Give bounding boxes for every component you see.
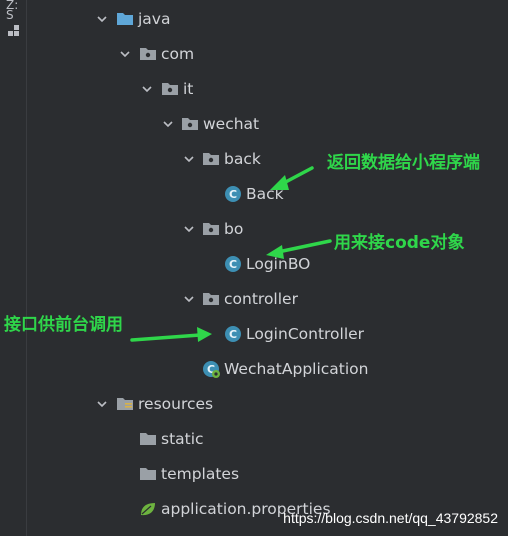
tree-item-controller-class[interactable]: C LoginController (224, 322, 364, 346)
tree-label: templates (161, 465, 240, 483)
tree-item-wechat[interactable]: wechat (181, 112, 259, 136)
tree-label: LoginBO (246, 255, 311, 273)
tree-item-back-class[interactable]: C Back (224, 182, 284, 206)
chevron-down-icon[interactable] (161, 117, 175, 131)
tree-item-bo[interactable]: bo (202, 217, 243, 241)
tree-label: bo (224, 220, 244, 238)
package-icon (202, 150, 220, 168)
tree-item-application[interactable]: C WechatApplication (202, 357, 368, 381)
package-icon (161, 80, 179, 98)
arrow-to-logincontroller (130, 327, 212, 342)
spring-boot-class-icon: C (202, 360, 220, 378)
package-icon (202, 220, 220, 238)
tree-item-bo-class[interactable]: C LoginBO (224, 252, 310, 276)
package-icon (202, 290, 220, 308)
tree-item-back[interactable]: back (202, 147, 261, 171)
chevron-down-icon[interactable] (118, 47, 132, 61)
class-icon: C (224, 185, 242, 203)
chevron-down-icon[interactable] (182, 222, 196, 236)
annotation-back: 返回数据给小程序端 (327, 153, 480, 173)
tree-item-templates[interactable]: templates (139, 462, 239, 486)
tree-item-controller[interactable]: controller (202, 287, 298, 311)
tree-label: back (224, 150, 261, 168)
gutter-label: Z: S (6, 0, 19, 22)
side-gutter: Z: S (0, 0, 27, 536)
tree-label: static (161, 430, 204, 448)
chevron-down-icon[interactable] (95, 397, 109, 411)
tree-label: resources (138, 395, 214, 413)
svg-text:C: C (229, 258, 237, 271)
svg-text:C: C (229, 188, 237, 201)
tree-item-resources[interactable]: resources (116, 392, 213, 416)
folder-icon (139, 465, 157, 483)
tree-label: LoginController (246, 325, 365, 343)
folder-icon (139, 430, 157, 448)
annotation-controller: 接口供前台调用 (4, 315, 123, 335)
spring-leaf-icon (139, 500, 157, 518)
tree-item-it[interactable]: it (161, 77, 193, 101)
tree-item-com[interactable]: com (139, 42, 194, 66)
tree-item-static[interactable]: static (139, 427, 204, 451)
tree-label: wechat (203, 115, 260, 133)
chevron-down-icon[interactable] (140, 82, 154, 96)
tree-item-java[interactable]: java (116, 7, 170, 31)
class-icon: C (224, 325, 242, 343)
package-icon (139, 45, 157, 63)
svg-text:C: C (229, 328, 237, 341)
class-icon: C (224, 255, 242, 273)
annotation-bo: 用来接code对象 (334, 233, 465, 253)
structure-icon[interactable] (8, 25, 20, 37)
watermark: https://blog.csdn.net/qq_43792852 (283, 510, 498, 526)
chevron-down-icon[interactable] (182, 152, 196, 166)
package-icon (181, 115, 199, 133)
resources-folder-icon (116, 395, 134, 413)
source-folder-icon (116, 10, 134, 28)
tree-label: Back (246, 185, 284, 203)
tree-label: com (161, 45, 195, 63)
tree-label: WechatApplication (224, 360, 369, 378)
tree-label: controller (224, 290, 298, 308)
chevron-down-icon[interactable] (182, 292, 196, 306)
tree-label: it (183, 80, 194, 98)
tree-label: java (138, 10, 171, 28)
chevron-down-icon[interactable] (95, 12, 109, 26)
